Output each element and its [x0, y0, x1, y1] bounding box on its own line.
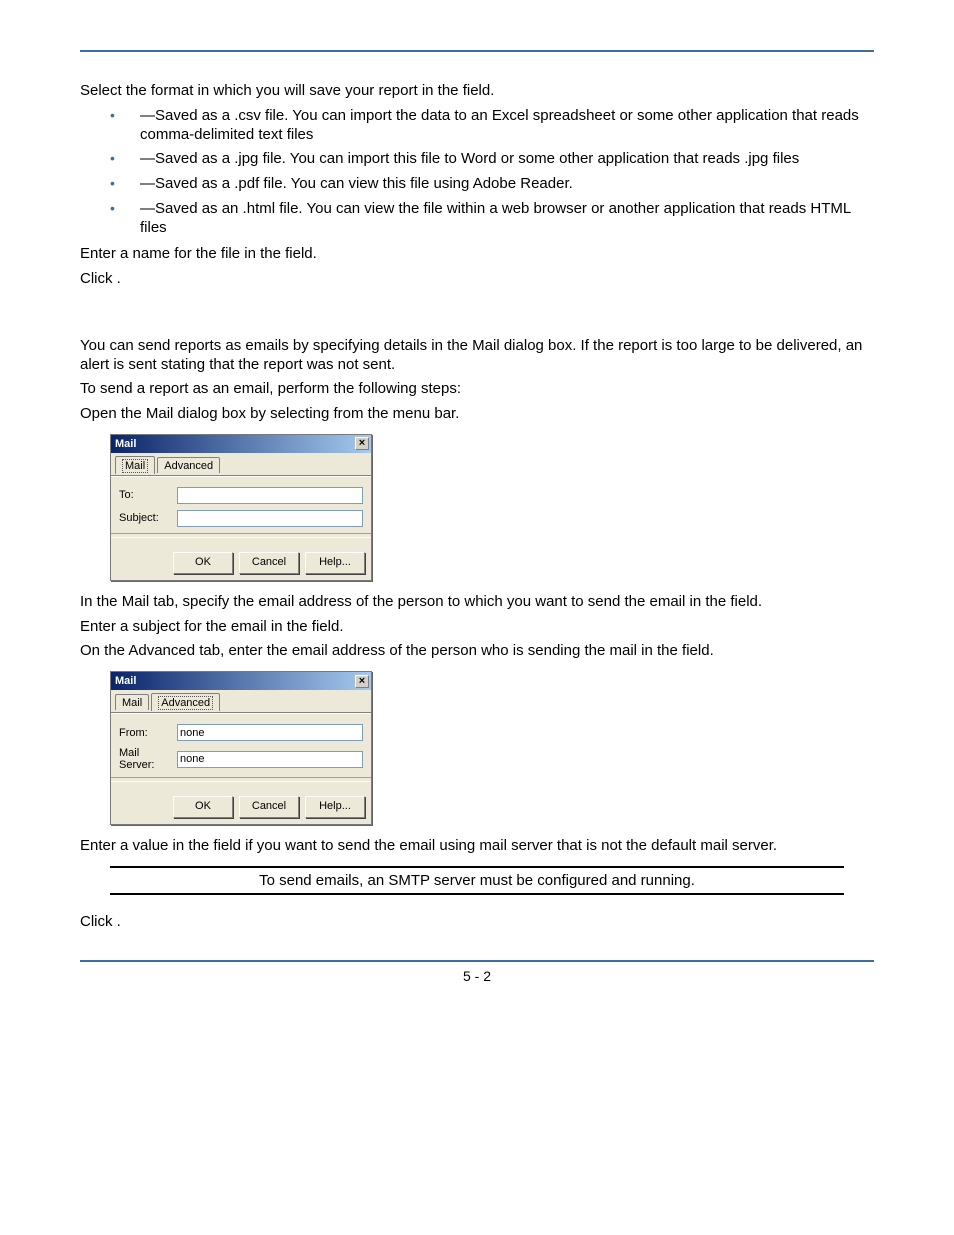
- ok-button[interactable]: OK: [173, 796, 233, 818]
- format-list: —Saved as a .csv file. You can import th…: [80, 107, 874, 238]
- email-step-to: In the Mail tab, specify the email addre…: [80, 593, 874, 612]
- email-to-send: To send a report as an email, perform th…: [80, 380, 874, 399]
- help-button[interactable]: Help...: [305, 796, 365, 818]
- mail-dialog-advanced: Mail × Mail Advanced From: Mail Server:: [110, 671, 372, 825]
- close-button[interactable]: ×: [355, 675, 369, 688]
- email-step-mail-server: Enter a value in the field if you want t…: [80, 837, 874, 856]
- tab-mail[interactable]: Mail: [115, 456, 155, 474]
- header-rule: [80, 50, 874, 52]
- note-text: To send emails, an SMTP server must be c…: [110, 868, 844, 893]
- label-to: To:: [119, 489, 177, 501]
- email-intro: You can send reports as emails by specif…: [80, 337, 874, 375]
- dialog-title-bar: Mail ×: [111, 435, 371, 453]
- tab-advanced[interactable]: Advanced: [157, 457, 220, 473]
- mail-server-input[interactable]: [177, 751, 363, 768]
- note-block: To send emails, an SMTP server must be c…: [110, 866, 844, 895]
- page-number: 5 - 2: [80, 968, 874, 984]
- email-step-subject: Enter a subject for the email in the fie…: [80, 618, 874, 637]
- dialog-title-bar: Mail ×: [111, 672, 371, 690]
- dialog-title: Mail: [115, 675, 136, 687]
- from-input[interactable]: [177, 724, 363, 741]
- footer-rule: [80, 960, 874, 962]
- tab-advanced[interactable]: Advanced: [151, 693, 220, 711]
- email-step-click-ok: Click .: [80, 913, 874, 932]
- email-step-open: Open the Mail dialog box by selecting fr…: [80, 405, 874, 424]
- dialog-title: Mail: [115, 438, 136, 450]
- label-mail-server: Mail Server:: [119, 747, 177, 771]
- format-item-csv: —Saved as a .csv file. You can import th…: [110, 107, 874, 145]
- cancel-button[interactable]: Cancel: [239, 796, 299, 818]
- to-input[interactable]: [177, 487, 363, 504]
- ok-button[interactable]: OK: [173, 552, 233, 574]
- cancel-button[interactable]: Cancel: [239, 552, 299, 574]
- label-from: From:: [119, 727, 177, 739]
- tab-mail[interactable]: Mail: [115, 694, 149, 710]
- step-enter-name: Enter a name for the file in the field.: [80, 245, 874, 264]
- format-item-html: —Saved as an .html file. You can view th…: [110, 200, 874, 238]
- format-item-jpg: —Saved as a .jpg file. You can import th…: [110, 150, 874, 169]
- label-subject: Subject:: [119, 512, 177, 524]
- email-step-from: On the Advanced tab, enter the email add…: [80, 642, 874, 661]
- close-button[interactable]: ×: [355, 437, 369, 450]
- step-select-format: Select the format in which you will save…: [80, 82, 874, 101]
- tab-strip: Mail Advanced: [111, 453, 371, 476]
- subject-input[interactable]: [177, 510, 363, 527]
- help-button[interactable]: Help...: [305, 552, 365, 574]
- step-click-save: Click .: [80, 270, 874, 289]
- format-item-pdf: —Saved as a .pdf file. You can view this…: [110, 175, 874, 194]
- tab-strip: Mail Advanced: [111, 690, 371, 713]
- mail-dialog-basic: Mail × Mail Advanced To: Subject: OK: [110, 434, 372, 581]
